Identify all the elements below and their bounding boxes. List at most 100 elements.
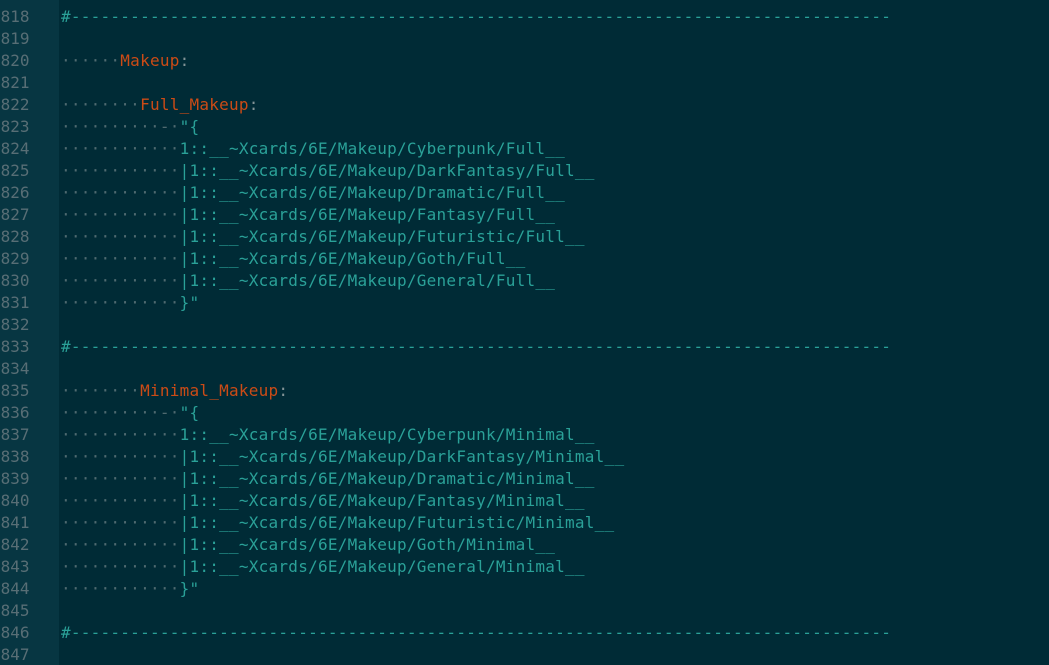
code-line[interactable]: 0818 #-----------------------------------…: [0, 6, 1049, 28]
line-content: ············|1::__~Xcards/6E/Makeup/Dram…: [61, 468, 595, 490]
line-number: 0821: [0, 73, 30, 92]
whitespace-indent: ············: [61, 513, 180, 532]
string-value: |1::__~Xcards/6E/Makeup/Goth/Minimal__: [179, 535, 556, 554]
code-line[interactable]: 0824 ············1::__~Xcards/6E/Makeup/C…: [0, 138, 1049, 160]
string-value: |1::__~Xcards/6E/Makeup/General/Full__: [179, 271, 556, 290]
code-line[interactable]: 0836 ··········-·"{: [0, 402, 1049, 424]
line-number: 0830: [0, 271, 30, 290]
line-content: ············|1::__~Xcards/6E/Makeup/Dram…: [61, 182, 565, 204]
code-line[interactable]: 0825 ············|1::__~Xcards/6E/Makeup/…: [0, 160, 1049, 182]
line-number: 0828: [0, 227, 30, 246]
line-number: 0839: [0, 469, 30, 488]
line-number: 0824: [0, 139, 30, 158]
whitespace-indent: ············: [61, 535, 180, 554]
line-content: #---------------------------------------…: [61, 622, 891, 644]
code-line[interactable]: 0839 ············|1::__~Xcards/6E/Makeup/…: [0, 468, 1049, 490]
line-number: 0838: [0, 447, 30, 466]
code-line[interactable]: 0847: [0, 644, 1049, 665]
string-value: |1::__~Xcards/6E/Makeup/DarkFantasy/Full…: [179, 161, 595, 180]
line-number: 0822: [0, 95, 30, 114]
line-content: ··········-·"{: [61, 116, 199, 138]
comment-separator: #---------------------------------------…: [61, 7, 892, 26]
line-number: 0820: [0, 51, 30, 70]
line-number: 0840: [0, 491, 30, 510]
code-lines: 08170818#-------------------------------…: [0, 0, 1049, 665]
line-content: ············|1::__~Xcards/6E/Makeup/Fant…: [61, 490, 585, 512]
yaml-key: Minimal_Makeup: [140, 381, 279, 400]
line-content: ············|1::__~Xcards/6E/Makeup/Gene…: [61, 556, 585, 578]
code-line[interactable]: 0830 ············|1::__~Xcards/6E/Makeup/…: [0, 270, 1049, 292]
code-line[interactable]: 0846 #-----------------------------------…: [0, 622, 1049, 644]
whitespace-indent: ··········-·: [61, 403, 180, 422]
line-number: 0831: [0, 293, 30, 312]
code-line[interactable]: 0842 ············|1::__~Xcards/6E/Makeup/…: [0, 534, 1049, 556]
string-value: |1::__~Xcards/6E/Makeup/Dramatic/Full__: [179, 183, 566, 202]
line-number: 0843: [0, 557, 30, 576]
whitespace-indent: ······: [61, 51, 121, 70]
code-line[interactable]: 0829 ············|1::__~Xcards/6E/Makeup/…: [0, 248, 1049, 270]
line-number: 0846: [0, 623, 30, 642]
code-line[interactable]: 0820 ······Makeup:: [0, 50, 1049, 72]
code-line[interactable]: 0828 ············|1::__~Xcards/6E/Makeup/…: [0, 226, 1049, 248]
whitespace-indent: ············: [61, 425, 180, 444]
string-value: }": [179, 579, 200, 598]
whitespace-indent: ············: [61, 469, 180, 488]
line-content: ············|1::__~Xcards/6E/Makeup/Goth…: [61, 248, 526, 270]
code-line[interactable]: 0838 ············|1::__~Xcards/6E/Makeup/…: [0, 446, 1049, 468]
line-number: 0836: [0, 403, 30, 422]
line-content: ············}": [61, 578, 199, 600]
code-line[interactable]: 0841 ············|1::__~Xcards/6E/Makeup/…: [0, 512, 1049, 534]
whitespace-indent: ············: [61, 579, 180, 598]
string-value: |1::__~Xcards/6E/Makeup/Dramatic/Minimal…: [179, 469, 595, 488]
comment-separator: #---------------------------------------…: [61, 623, 892, 642]
string-value: |1::__~Xcards/6E/Makeup/General/Minimal_…: [179, 557, 585, 576]
whitespace-indent: ············: [61, 249, 180, 268]
string-value: |1::__~Xcards/6E/Makeup/Fantasy/Full__: [179, 205, 556, 224]
key-colon: :: [179, 51, 190, 70]
code-line[interactable]: 0833 #-----------------------------------…: [0, 336, 1049, 358]
code-line[interactable]: 0823 ··········-·"{: [0, 116, 1049, 138]
line-number: 0825: [0, 161, 30, 180]
code-line[interactable]: 0843 ············|1::__~Xcards/6E/Makeup/…: [0, 556, 1049, 578]
line-number: 0835: [0, 381, 30, 400]
code-line[interactable]: 0834: [0, 358, 1049, 380]
whitespace-indent: ········: [61, 95, 141, 114]
code-line[interactable]: 0837 ············1::__~Xcards/6E/Makeup/C…: [0, 424, 1049, 446]
whitespace-indent: ············: [61, 293, 180, 312]
string-value: |1::__~Xcards/6E/Makeup/Goth/Full__: [179, 249, 526, 268]
key-colon: :: [278, 381, 289, 400]
yaml-key: Full_Makeup: [140, 95, 249, 114]
string-value: "{: [179, 403, 200, 422]
code-line[interactable]: 0827 ············|1::__~Xcards/6E/Makeup/…: [0, 204, 1049, 226]
line-content: ············}": [61, 292, 199, 314]
line-content: ············|1::__~Xcards/6E/Makeup/Goth…: [61, 534, 555, 556]
line-number: 0847: [0, 645, 30, 664]
whitespace-indent: ············: [61, 139, 180, 158]
code-editor[interactable]: 08170818#-------------------------------…: [0, 0, 1049, 665]
code-line[interactable]: 0845: [0, 600, 1049, 622]
line-number: 0842: [0, 535, 30, 554]
line-number: 0837: [0, 425, 30, 444]
line-content: #---------------------------------------…: [61, 6, 891, 28]
whitespace-indent: ············: [61, 161, 180, 180]
whitespace-indent: ············: [61, 447, 180, 466]
line-number: 0826: [0, 183, 30, 202]
yaml-key: Makeup: [120, 51, 180, 70]
code-line[interactable]: 0826 ············|1::__~Xcards/6E/Makeup/…: [0, 182, 1049, 204]
code-line[interactable]: 0835 ········Minimal_Makeup:: [0, 380, 1049, 402]
code-line[interactable]: 0840 ············|1::__~Xcards/6E/Makeup/…: [0, 490, 1049, 512]
string-value: 1::__~Xcards/6E/Makeup/Cyberpunk/Full__: [179, 139, 566, 158]
code-line[interactable]: 0819: [0, 28, 1049, 50]
line-content: ············|1::__~Xcards/6E/Makeup/Futu…: [61, 512, 614, 534]
string-value: |1::__~Xcards/6E/Makeup/Fantasy/Minimal_…: [179, 491, 585, 510]
code-line[interactable]: 0831 ············}": [0, 292, 1049, 314]
line-content: ············|1::__~Xcards/6E/Makeup/Gene…: [61, 270, 555, 292]
line-number: 0833: [0, 337, 30, 356]
line-content: ······Makeup:: [61, 50, 189, 72]
key-colon: :: [248, 95, 259, 114]
code-line[interactable]: 0844 ············}": [0, 578, 1049, 600]
code-line[interactable]: 0822 ········Full_Makeup:: [0, 94, 1049, 116]
line-content: ············1::__~Xcards/6E/Makeup/Cyber…: [61, 424, 595, 446]
code-line[interactable]: 0832: [0, 314, 1049, 336]
code-line[interactable]: 0821: [0, 72, 1049, 94]
